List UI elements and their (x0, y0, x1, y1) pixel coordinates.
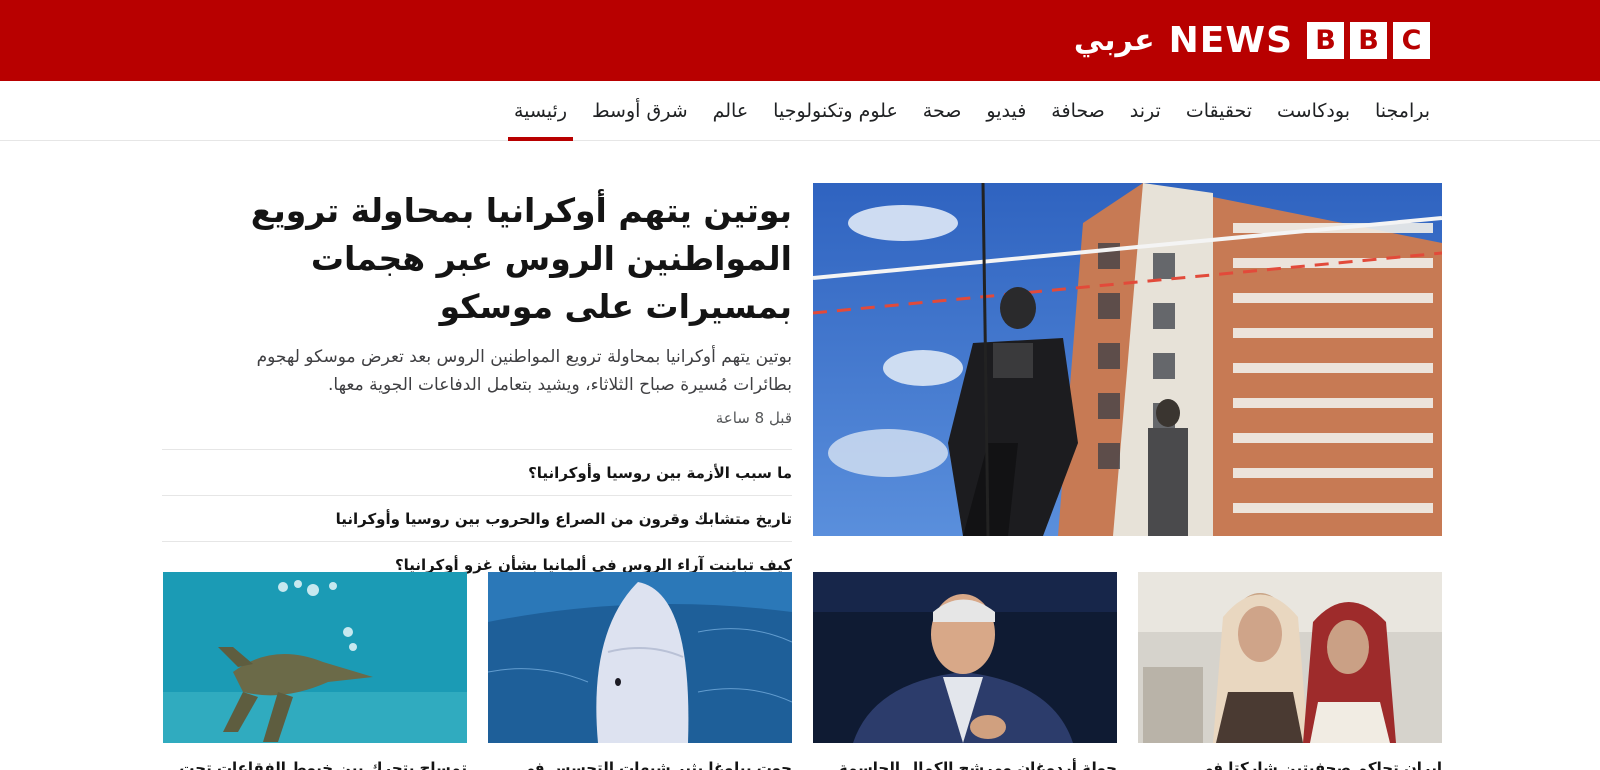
hero-image[interactable] (813, 183, 1442, 536)
erdogan-portrait-photo (813, 572, 1117, 743)
card-image-erdogan[interactable] (813, 572, 1117, 743)
nav-item-world[interactable]: عالم (713, 81, 749, 141)
related-link[interactable]: تاريخ متشابك وقرون من الصراع والحروب بين… (162, 496, 792, 542)
related-links: ما سبب الأزمة بين روسيا وأوكرانيا؟ تاريخ… (162, 449, 792, 588)
main-navigation: رئيسية شرق أوسط عالم علوم وتكنولوجيا صحة… (0, 81, 1600, 141)
nav-item-science-tech[interactable]: علوم وتكنولوجيا (773, 81, 898, 141)
logo-letter-c: C (1393, 21, 1430, 59)
hero-timestamp: قبل 8 ساعة (715, 409, 792, 427)
logo-news-text: NEWS (1168, 19, 1293, 61)
nav-item-health[interactable]: صحة (923, 81, 962, 141)
nav-item-video[interactable]: فيديو (986, 81, 1026, 141)
logo-letter-b1: B (1307, 21, 1344, 59)
beluga-whale-photo (488, 572, 792, 743)
card-image-activists[interactable] (1138, 572, 1442, 743)
card-caption-erdogan[interactable]: جولة أردوغان ومرشح الكمال الحاسمة (813, 758, 1117, 770)
crocodile-underwater-photo (163, 572, 467, 743)
card-caption-crocodile[interactable]: تمساح يتحرك بين خيوط الفقاعات تحت (163, 758, 467, 770)
related-link[interactable]: ما سبب الأزمة بين روسيا وأوكرانيا؟ (162, 450, 792, 496)
nav-item-investigations[interactable]: تحقيقات (1186, 81, 1252, 141)
card-caption-activists[interactable]: إيران تحاكم صحفيتين شاركتا في (1138, 758, 1442, 770)
site-header: B B C NEWS عربي (0, 0, 1600, 81)
card-caption-beluga[interactable]: حوت بيلوغا يثير شبهات التجسس في (488, 758, 792, 770)
bbc-news-arabic-logo[interactable]: B B C NEWS عربي (1072, 19, 1430, 61)
hero-story: بوتين يتهم أوكرانيا بمحاولة ترويع المواط… (162, 183, 792, 588)
two-women-headscarves-photo (1138, 572, 1442, 743)
card-image-beluga[interactable] (488, 572, 792, 743)
nav-item-trending[interactable]: ترند (1130, 81, 1161, 141)
hero-headline[interactable]: بوتين يتهم أوكرانيا بمحاولة ترويع المواط… (162, 187, 792, 331)
hero-summary: بوتين يتهم أوكرانيا بمحاولة ترويع المواط… (256, 347, 792, 395)
nav-list: رئيسية شرق أوسط عالم علوم وتكنولوجيا صحة… (507, 81, 1430, 141)
card-image-crocodile[interactable] (163, 572, 467, 743)
nav-item-press[interactable]: صحافة (1051, 81, 1104, 141)
logo-letter-b2: B (1350, 21, 1387, 59)
bbc-blocks: B B C (1307, 21, 1430, 59)
nav-item-middle-east[interactable]: شرق أوسط (592, 81, 688, 141)
nav-item-podcast[interactable]: بودكاست (1277, 81, 1350, 141)
nav-item-programmes[interactable]: برامجنا (1375, 81, 1430, 141)
apartment-building-police-photo (813, 183, 1442, 536)
nav-item-home[interactable]: رئيسية (507, 81, 574, 141)
logo-service-name: عربي (1073, 22, 1155, 58)
